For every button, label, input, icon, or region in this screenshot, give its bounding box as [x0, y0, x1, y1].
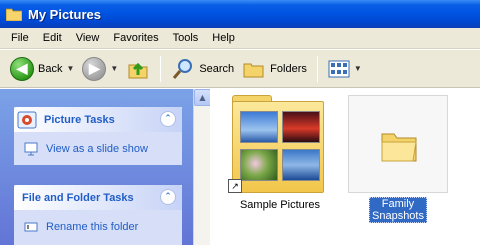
menu-edit[interactable]: Edit — [36, 30, 69, 46]
picture-tasks-title: Picture Tasks — [44, 113, 115, 126]
family-snapshots-label: Family Snapshots — [346, 197, 450, 223]
menu-help[interactable]: Help — [205, 30, 242, 46]
family-snapshots-item[interactable]: Family Snapshots — [346, 93, 450, 233]
forward-arrow-icon: ▶ — [82, 56, 107, 81]
rename-folder-label: Rename this folder — [46, 221, 139, 233]
folder-view: ↗ Sample Pictures Family Snapshots — [210, 89, 480, 245]
folders-label: Folders — [270, 62, 307, 75]
toolbar-separator — [160, 55, 162, 82]
sample-pictures-label: Sample Pictures — [239, 199, 321, 211]
label-line-2: Snapshots — [372, 210, 424, 222]
rename-folder-link[interactable]: Rename this folder — [14, 216, 182, 238]
folder-icon — [5, 7, 23, 22]
views-icon — [328, 60, 350, 77]
picture-tasks-icon — [16, 109, 38, 131]
search-label: Search — [199, 62, 235, 75]
picture-tasks-header[interactable]: Picture Tasks ⌃ — [14, 107, 182, 132]
menu-view[interactable]: View — [69, 30, 107, 46]
view-slideshow-link[interactable]: View as a slide show — [14, 138, 182, 160]
file-folder-tasks-title: File and Folder Tasks — [22, 191, 134, 204]
forward-dropdown-icon[interactable]: ▼ — [110, 64, 118, 73]
toolbar-separator — [316, 55, 318, 82]
shortcut-arrow-icon: ↗ — [228, 179, 242, 193]
back-label: Back — [38, 62, 63, 75]
label-line-1: Family — [381, 198, 415, 210]
task-pane: Picture Tasks ⌃ View as a slide show Fil… — [0, 89, 193, 245]
view-slideshow-label: View as a slide show — [46, 143, 148, 155]
file-folder-tasks-header[interactable]: File and Folder Tasks ⌃ — [14, 185, 182, 210]
back-dropdown-icon[interactable]: ▼ — [66, 64, 74, 73]
scroll-up-icon[interactable]: ▲ — [194, 89, 211, 106]
folders-button[interactable]: Folders — [238, 54, 311, 84]
up-folder-button[interactable] — [122, 54, 154, 84]
rename-icon — [24, 222, 38, 232]
menu-bar: File Edit View Favorites Tools Help — [0, 28, 480, 49]
family-snapshots-thumbnail — [348, 95, 448, 193]
title-bar: My Pictures — [0, 0, 480, 28]
search-icon — [173, 58, 193, 79]
menu-file[interactable]: File — [4, 30, 36, 46]
file-folder-tasks-panel: File and Folder Tasks ⌃ Rename this fold… — [14, 185, 182, 245]
menu-favorites[interactable]: Favorites — [106, 30, 165, 46]
window-title: My Pictures — [28, 6, 101, 22]
family-snapshots-label-selected: Family Snapshots — [369, 197, 427, 223]
collapse-picture-tasks-icon[interactable]: ⌃ — [160, 111, 176, 127]
back-arrow-icon: ◀ — [10, 56, 34, 81]
picture-tasks-panel: Picture Tasks ⌃ View as a slide show — [14, 107, 182, 165]
collapse-file-folder-tasks-icon[interactable]: ⌃ — [160, 189, 176, 205]
sample-pictures-thumbnail: ↗ — [226, 95, 330, 195]
sample-pictures-item[interactable]: ↗ Sample Pictures — [220, 93, 340, 223]
views-button[interactable]: ▼ — [324, 54, 366, 84]
vertical-scrollbar[interactable]: ▲ — [193, 89, 211, 245]
forward-button[interactable]: ▶ ▼ — [78, 54, 122, 84]
search-button[interactable]: Search — [167, 54, 238, 84]
up-folder-icon — [128, 62, 148, 78]
slideshow-icon — [24, 142, 38, 156]
toolbar: ◀ Back ▼ ▶ ▼ Search Folders ▼ — [0, 50, 480, 88]
folder-icon — [381, 133, 417, 162]
views-dropdown-icon[interactable]: ▼ — [354, 64, 362, 73]
folders-icon — [243, 63, 264, 77]
back-button[interactable]: ◀ Back ▼ — [6, 54, 78, 84]
menu-tools[interactable]: Tools — [166, 30, 206, 46]
